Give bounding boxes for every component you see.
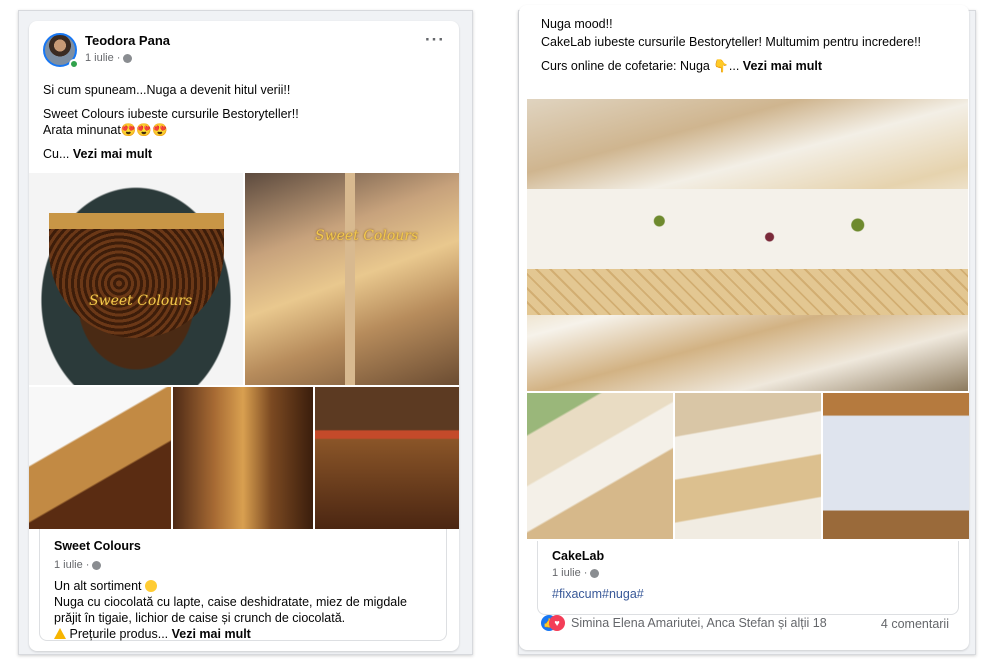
right-screenshot-panel: Nuga mood!! CakeLab iubeste cursurile Be… bbox=[518, 5, 976, 655]
shared-post-meta: 1 iulie · bbox=[552, 567, 600, 579]
online-status-dot bbox=[69, 59, 79, 69]
post-text-line: Arata minunat😍😍😍 bbox=[43, 123, 168, 137]
shared-post-title[interactable]: CakeLab bbox=[552, 549, 604, 563]
shared-post-date[interactable]: 1 iulie bbox=[54, 559, 83, 571]
see-more-link[interactable]: Vezi mai mult bbox=[743, 59, 822, 73]
shared-post-box[interactable]: CakeLab 1 iulie · #fixacum#nuga# bbox=[537, 541, 959, 615]
post-text-line: Curs online de cofetarie: Nuga 👇... Vezi… bbox=[541, 59, 822, 74]
shared-post-box[interactable]: Sweet Colours 1 iulie · Un alt sortiment… bbox=[39, 529, 447, 641]
shared-post-text-line: Nuga cu ciocolată cu lapte, caise deshid… bbox=[54, 595, 407, 609]
shared-post-text-line: prăjit în tigaie, lichior de caise și cr… bbox=[54, 611, 346, 625]
post-photo[interactable] bbox=[29, 387, 171, 529]
post-text-line: Si cum spuneam...Nuga a devenit hitul ve… bbox=[43, 83, 291, 97]
post-photo[interactable] bbox=[527, 99, 968, 391]
globe-icon bbox=[590, 568, 600, 578]
post-text-line: Sweet Colours iubeste cursurile Bestoryt… bbox=[43, 107, 299, 121]
post-photo[interactable]: Sweet Colours bbox=[29, 173, 243, 385]
post-text-line: Cu... Vezi mai mult bbox=[43, 147, 152, 161]
post-text-line: CakeLab iubeste cursurile Bestoryteller!… bbox=[541, 35, 922, 49]
post-text-line: Nuga mood!! bbox=[541, 17, 613, 31]
shared-post-text-prefix: Prețurile produs... bbox=[69, 627, 169, 641]
post-photo[interactable] bbox=[315, 387, 459, 529]
shared-post-text-line: Un alt sortiment bbox=[54, 579, 142, 593]
post-photo[interactable] bbox=[527, 393, 673, 539]
reactions-summary[interactable]: 👍 ♥ Simina Elena Amariutei, Anca Stefan … bbox=[541, 615, 827, 631]
hashtag-links[interactable]: #fixacum#nuga# bbox=[552, 587, 644, 601]
post-author[interactable]: Teodora Pana bbox=[85, 33, 170, 48]
watermark: Sweet Colours bbox=[89, 293, 193, 309]
post-photo[interactable] bbox=[823, 393, 969, 539]
warning-icon bbox=[54, 628, 66, 639]
post-text-prefix: Curs online de cofetarie: Nuga 👇... bbox=[541, 59, 740, 73]
shared-post-text: Prețurile produs... Vezi mai mult bbox=[54, 627, 251, 641]
post-photo[interactable]: Sweet Colours bbox=[245, 173, 459, 385]
post-text-prefix: Cu... bbox=[43, 147, 70, 161]
post-card-teodora: Teodora Pana 1 iulie · ··· Si cum spunea… bbox=[29, 21, 459, 651]
post-card-cakelab: Nuga mood!! CakeLab iubeste cursurile Be… bbox=[519, 5, 969, 650]
see-more-link[interactable]: Vezi mai mult bbox=[73, 147, 152, 161]
post-photo[interactable] bbox=[675, 393, 821, 539]
globe-icon bbox=[92, 560, 102, 570]
post-meta: 1 iulie · bbox=[85, 52, 133, 64]
shared-post-text: Un alt sortiment bbox=[54, 579, 158, 593]
see-more-link[interactable]: Vezi mai mult bbox=[172, 627, 251, 641]
shared-post-title[interactable]: Sweet Colours bbox=[54, 539, 141, 553]
post-photo[interactable] bbox=[173, 387, 313, 529]
globe-icon bbox=[123, 53, 133, 63]
watermark: Sweet Colours bbox=[315, 228, 419, 244]
smile-emoji-icon bbox=[145, 580, 158, 592]
comments-count[interactable]: 4 comentarii bbox=[881, 617, 949, 631]
post-date[interactable]: 1 iulie bbox=[85, 52, 114, 64]
reactions-text[interactable]: Simina Elena Amariutei, Anca Stefan și a… bbox=[571, 616, 827, 630]
shared-post-meta: 1 iulie · bbox=[54, 559, 102, 571]
shared-post-date[interactable]: 1 iulie bbox=[552, 567, 581, 579]
left-screenshot-panel: Teodora Pana 1 iulie · ··· Si cum spunea… bbox=[18, 10, 473, 655]
love-reaction-icon: ♥ bbox=[549, 615, 565, 631]
more-options-icon[interactable]: ··· bbox=[425, 31, 445, 48]
